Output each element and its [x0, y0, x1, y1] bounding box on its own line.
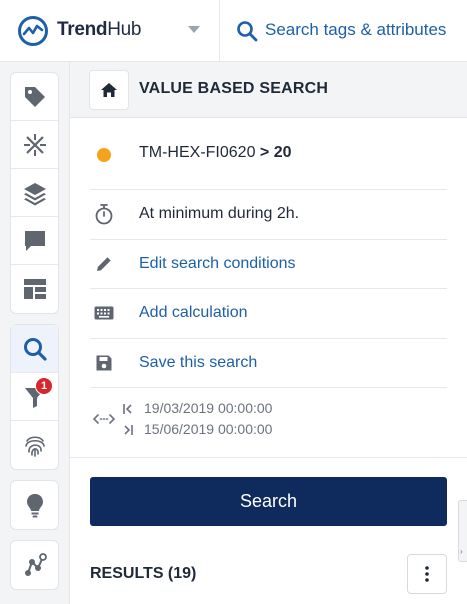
duration-text: At minimum during 2h. — [139, 205, 300, 223]
search-icon — [237, 21, 258, 42]
end-bracket-icon — [124, 425, 133, 435]
tag-name: TM-HEX-FI0620 — [139, 144, 256, 161]
end-date: 15/06/2019 00:00:00 — [124, 421, 273, 437]
rail-group-search: 1 — [10, 324, 59, 470]
tag-condition-text: TM-HEX-FI0620 > 20 — [139, 144, 292, 162]
chevron-right-icon: › — [460, 547, 463, 556]
rail-group-primary — [10, 72, 59, 314]
rail-search-button[interactable] — [11, 325, 58, 373]
add-calculation-link[interactable]: Add calculation — [139, 304, 248, 322]
app-name-bold: Trend — [57, 19, 108, 40]
rail-graph-button[interactable] — [11, 541, 58, 589]
edit-search-conditions-link[interactable]: Edit search conditions — [139, 255, 296, 273]
left-rail: 1 — [0, 62, 70, 604]
start-bracket-icon — [123, 404, 132, 414]
save-search-link[interactable]: Save this search — [139, 354, 257, 372]
rail-comments-button[interactable] — [11, 217, 58, 265]
rail-fingerprint-button[interactable] — [11, 421, 58, 469]
floppy-disk-icon — [96, 354, 113, 371]
side-panel-toggle[interactable]: › — [458, 500, 467, 562]
rail-ideas-button[interactable] — [11, 481, 58, 529]
date-range: 19/03/2019 00:00:00 15/06/2019 00:00:00 — [90, 388, 447, 461]
results-menu-button[interactable] — [407, 554, 447, 594]
layers-icon — [23, 182, 46, 205]
tag-icon — [24, 86, 45, 107]
rail-filter-button[interactable]: 1 — [11, 373, 58, 421]
condition-threshold: 20 — [273, 144, 292, 161]
start-date-value: 19/03/2019 00:00:00 — [144, 400, 273, 416]
chevron-down-icon[interactable] — [188, 26, 200, 33]
search-tags-label: Search tags & attributes — [265, 20, 447, 39]
search-panel: VALUE BASED SEARCH TM-HEX-FI0620 > 20 At… — [70, 62, 467, 604]
date-range-arrows-icon — [92, 412, 116, 431]
add-calculation-row[interactable]: Add calculation — [90, 289, 447, 339]
node-graph-icon — [24, 553, 47, 576]
keyboard-icon — [94, 306, 114, 320]
pencil-icon — [95, 255, 113, 273]
panel-header: VALUE BASED SEARCH — [70, 62, 467, 118]
page-title: VALUE BASED SEARCH — [139, 80, 329, 97]
edit-conditions-row[interactable]: Edit search conditions — [90, 240, 447, 289]
rail-group-graph — [10, 540, 59, 590]
rail-tags-button[interactable] — [11, 73, 58, 121]
rail-layers-button[interactable] — [11, 169, 58, 217]
fingerprint-icon — [24, 436, 45, 457]
magic-wand-icon — [23, 133, 46, 156]
home-icon — [101, 83, 117, 97]
dashboard-icon — [23, 279, 46, 299]
save-search-row[interactable]: Save this search — [90, 339, 447, 388]
start-date: 19/03/2019 00:00:00 — [123, 400, 273, 416]
rail-dashboard-button[interactable] — [11, 265, 58, 313]
results-title: RESULTS (19) — [90, 565, 197, 582]
app-name: TrendHub — [57, 19, 142, 41]
search-condition-list: TM-HEX-FI0620 > 20 At minimum during 2h. — [90, 118, 447, 461]
comment-icon — [24, 230, 45, 251]
app-name-light: Hub — [107, 19, 142, 40]
search-icon — [23, 337, 47, 361]
top-bar: TrendHub Search tags & attributes — [0, 0, 467, 62]
divider — [70, 457, 467, 458]
rail-group-ideas — [10, 480, 59, 530]
search-tags-button[interactable]: Search tags & attributes — [221, 0, 467, 62]
trendhub-logo-icon — [18, 16, 48, 46]
tag-condition-row: TM-HEX-FI0620 > 20 — [90, 118, 447, 190]
end-date-value: 15/06/2019 00:00:00 — [144, 421, 273, 437]
filter-count-badge: 1 — [35, 377, 53, 395]
brand[interactable]: TrendHub — [0, 0, 220, 62]
duration-row: At minimum during 2h. — [90, 190, 447, 240]
status-dot-icon — [97, 148, 111, 162]
rail-sparkle-button[interactable] — [11, 121, 58, 169]
stopwatch-icon — [94, 203, 114, 225]
lightbulb-icon — [26, 494, 43, 518]
more-vertical-icon — [425, 566, 429, 582]
home-button[interactable] — [89, 70, 129, 110]
search-button[interactable]: Search — [90, 477, 447, 526]
condition-operator: > — [259, 144, 270, 161]
